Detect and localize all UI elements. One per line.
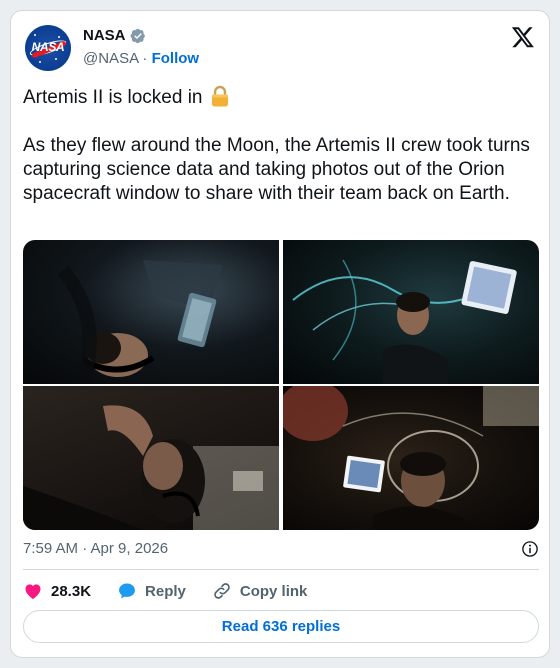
x-logo-icon[interactable] xyxy=(511,25,535,49)
tweet-body: As they flew around the Moon, the Artemi… xyxy=(23,135,530,204)
link-icon xyxy=(214,583,230,599)
avatar-star xyxy=(39,61,41,63)
info-icon[interactable] xyxy=(521,540,539,558)
media-grid xyxy=(23,240,539,530)
reply-button[interactable]: Reply xyxy=(117,581,186,601)
like-count: 28.3K xyxy=(51,582,92,600)
reply-icon xyxy=(119,583,135,599)
handle-separator: · xyxy=(138,50,152,67)
nasa-avatar[interactable]: NASA xyxy=(25,25,71,71)
photo-crew-floating-cables[interactable] xyxy=(283,240,539,384)
timestamp[interactable]: 7:59 AM · Apr 9, 2026 xyxy=(23,540,168,557)
display-name[interactable]: NASA xyxy=(83,27,126,44)
photo-crew-member-window[interactable] xyxy=(23,240,279,384)
lock-icon xyxy=(211,85,228,107)
photo-3-scene xyxy=(23,405,279,530)
reply-label: Reply xyxy=(145,582,186,600)
copy-link-label: Copy link xyxy=(239,582,308,600)
copy-link-button[interactable]: Copy link xyxy=(212,581,308,601)
tweet-text: Artemis II is locked in As they flew aro… xyxy=(23,85,539,206)
action-bar: 28.3K Reply Copy link xyxy=(23,579,307,603)
verified-badge-icon xyxy=(130,28,145,43)
tweet-header: NASA NASA @NASA · Follow xyxy=(11,11,549,81)
photo-4-scene xyxy=(283,386,539,530)
divider xyxy=(23,569,539,570)
tweet-line-1: Artemis II is locked in xyxy=(23,85,539,110)
heart-icon xyxy=(25,584,41,599)
avatar-logo-text: NASA xyxy=(31,40,65,54)
follow-link[interactable]: Follow xyxy=(152,50,200,67)
like-button[interactable]: 28.3K xyxy=(23,581,91,601)
photo-1-scene xyxy=(57,260,223,383)
avatar-star xyxy=(34,34,36,36)
handle[interactable]: @NASA xyxy=(83,50,138,67)
photo-2-scene xyxy=(292,259,517,384)
avatar-star xyxy=(58,36,60,38)
photo-crew-camera-hand[interactable] xyxy=(23,386,279,530)
tweet-embed-card: NASA NASA @NASA · Follow Artemis II is l… xyxy=(10,10,550,658)
read-replies-label: Read 636 replies xyxy=(221,618,341,635)
avatar-star xyxy=(55,58,57,60)
read-replies-button[interactable]: Read 636 replies xyxy=(23,610,539,643)
tweet-headline: Artemis II is locked in xyxy=(23,87,203,108)
name-row: NASA xyxy=(83,27,146,44)
tweet-meta: 7:59 AM · Apr 9, 2026 xyxy=(23,540,539,560)
photo-crew-headlamp-tablet[interactable] xyxy=(283,386,539,530)
handle-row: @NASA · Follow xyxy=(83,50,199,67)
